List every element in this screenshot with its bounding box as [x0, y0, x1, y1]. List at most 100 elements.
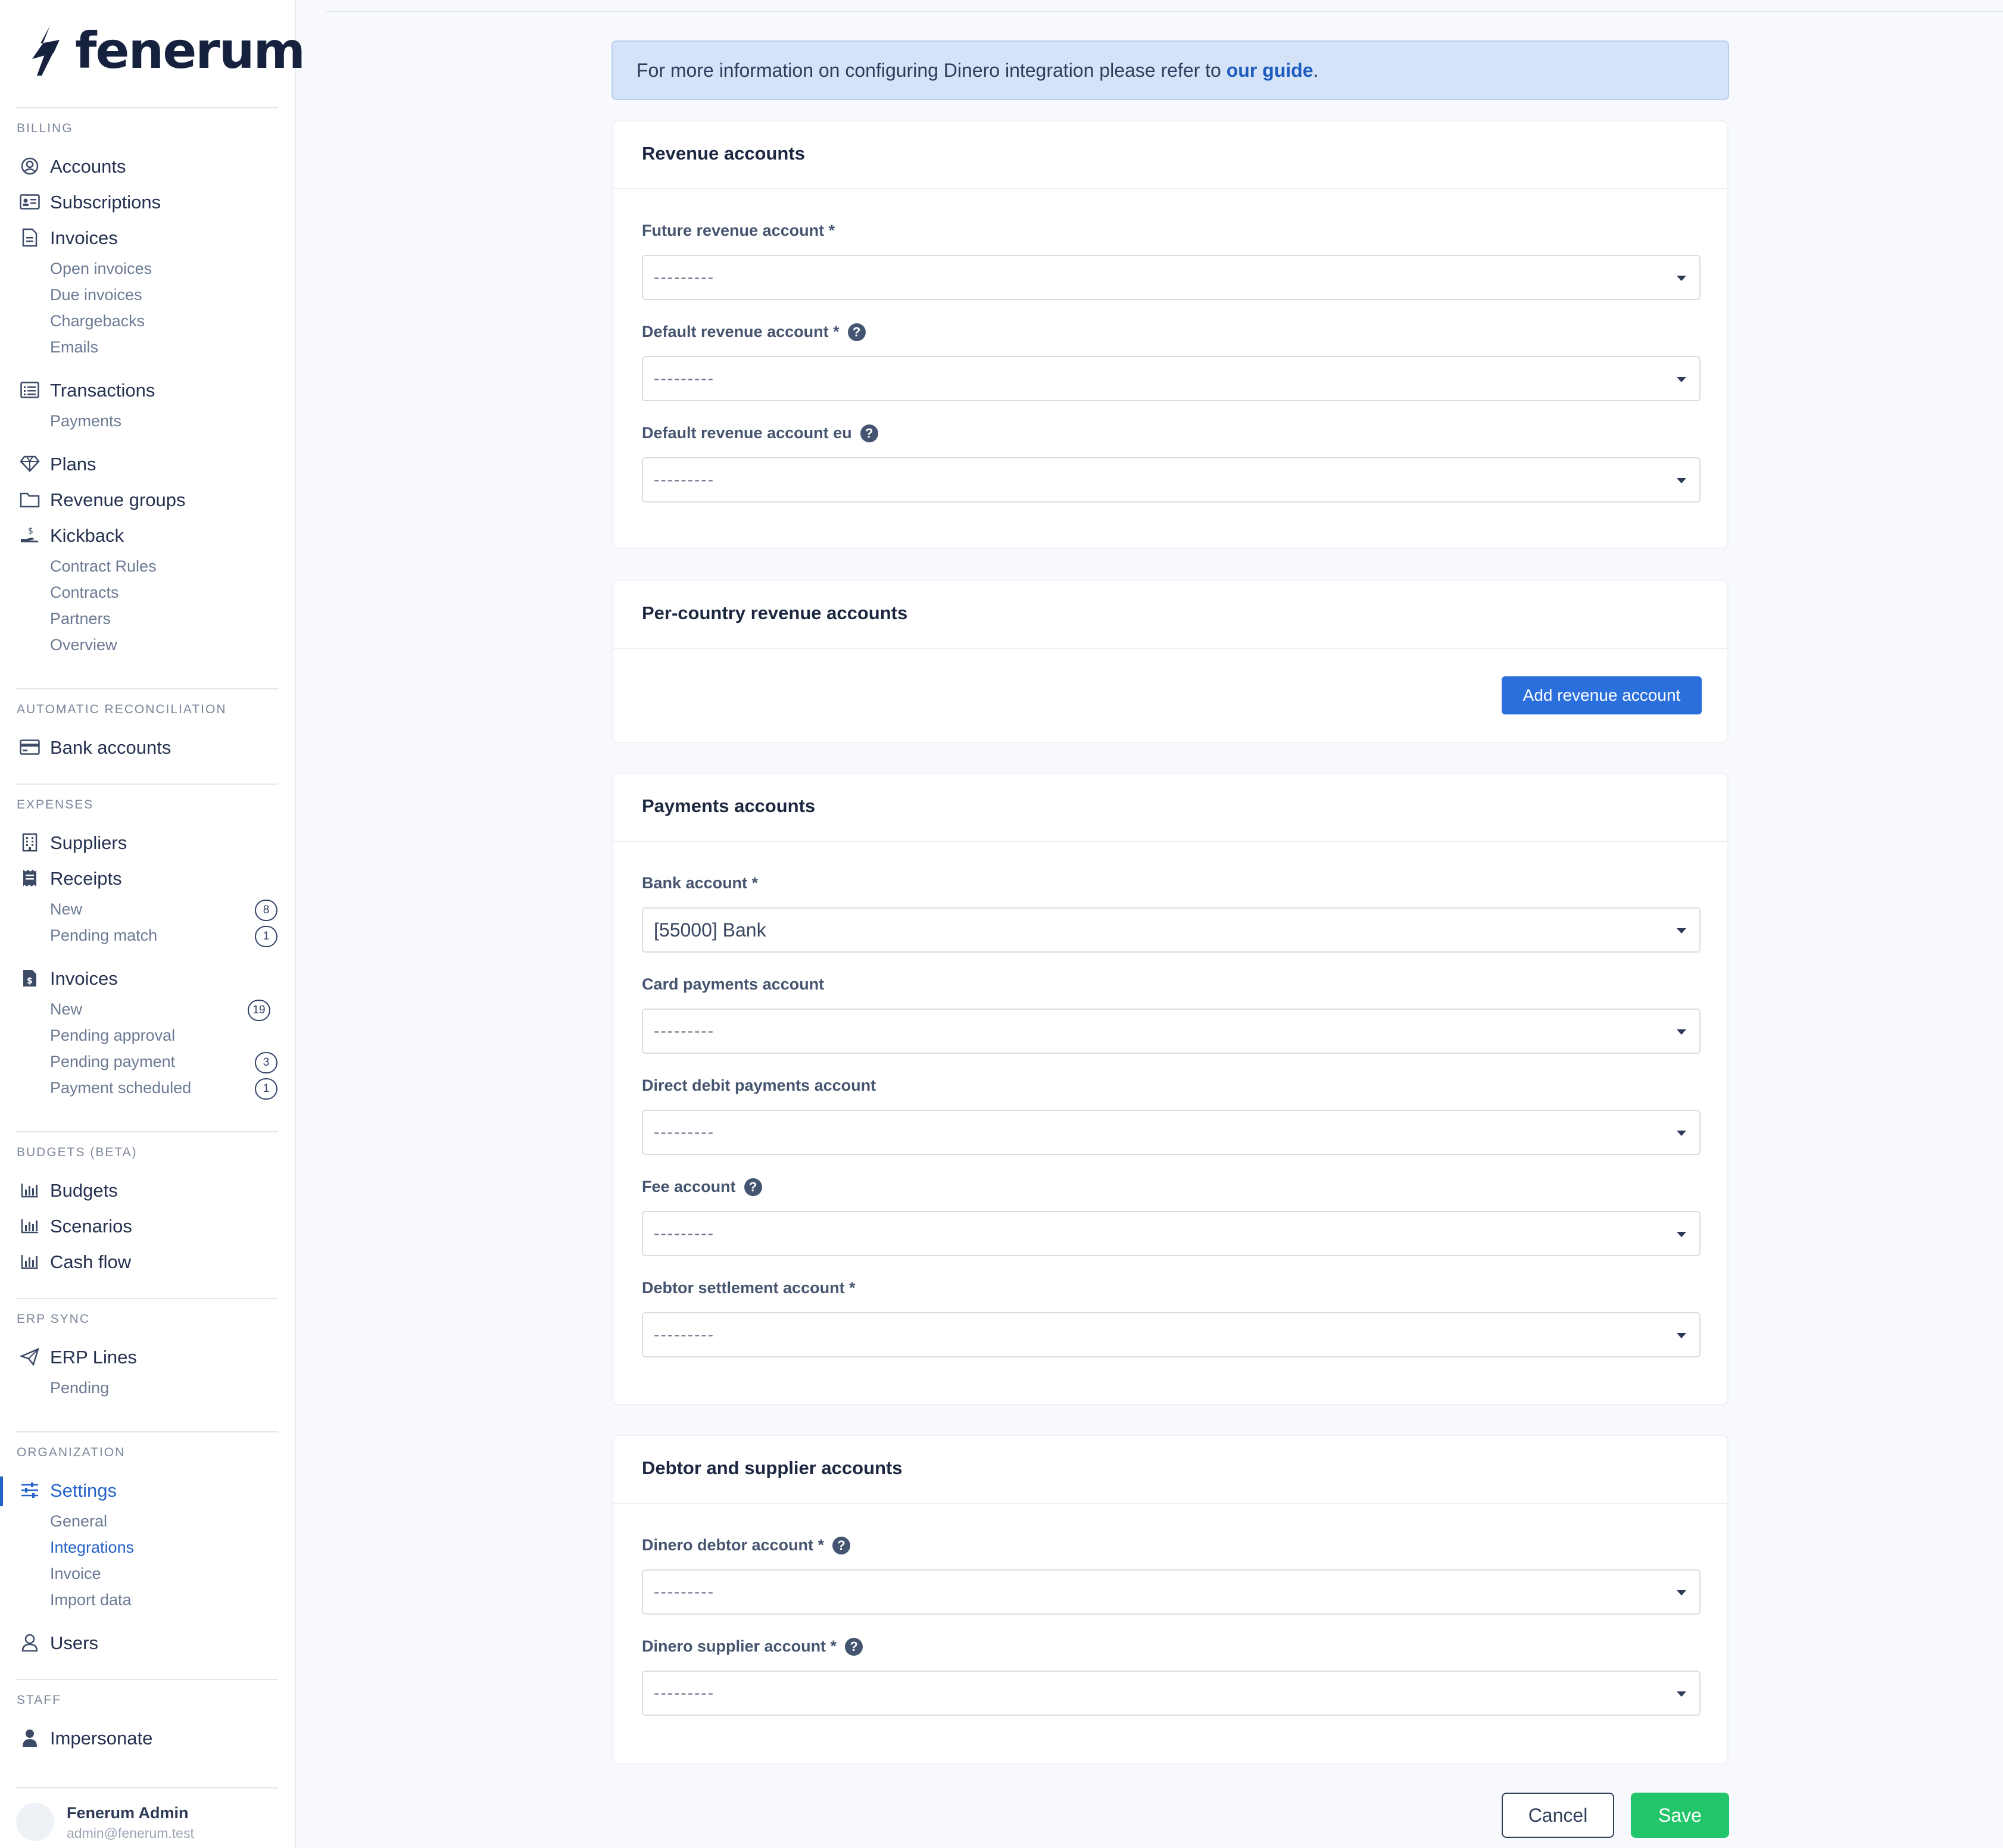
nav-chargebacks[interactable]: Chargebacks	[50, 312, 145, 330]
card-divider	[613, 188, 1727, 189]
avatar[interactable]	[16, 1803, 54, 1841]
svg-text:$: $	[28, 526, 33, 536]
section-staff: STAFF	[17, 1693, 61, 1707]
default-revenue-label: Default revenue account *?	[642, 323, 866, 341]
default-revenue-eu-label: Default revenue account eu?	[642, 424, 878, 442]
direct-debit-select[interactable]: ---------	[642, 1110, 1701, 1155]
bar-chart-icon	[19, 1180, 40, 1200]
nav-payments[interactable]: Payments	[50, 412, 121, 430]
nav-invoice[interactable]: Invoice	[50, 1565, 101, 1583]
divider	[16, 1131, 278, 1132]
document-icon	[19, 227, 40, 248]
per-country-card: Per-country revenue accounts Add revenue…	[612, 580, 1729, 743]
section-auto-recon: AUTOMATIC RECONCILIATION	[17, 703, 227, 716]
default-revenue-select[interactable]: ---------	[642, 356, 1701, 401]
help-circle-icon[interactable]: ?	[845, 1637, 863, 1656]
nav-bank-accounts[interactable]: Bank accounts	[50, 737, 171, 758]
credit-card-icon	[19, 737, 40, 757]
badge-invoices-new: 19	[248, 1000, 270, 1021]
info-banner-text: For more information on configuring Dine…	[637, 59, 1319, 81]
guide-link[interactable]: our guide	[1227, 60, 1314, 81]
fee-account-label: Fee account?	[642, 1178, 762, 1196]
help-circle-icon[interactable]: ?	[860, 424, 878, 442]
dinero-debtor-select[interactable]: ---------	[642, 1569, 1701, 1615]
nav-payment-scheduled[interactable]: Payment scheduled	[50, 1079, 191, 1097]
nav-expense-invoices[interactable]: Invoices	[50, 968, 118, 989]
nav-receipts-new[interactable]: New	[50, 900, 82, 919]
user-name[interactable]: Fenerum Admin	[67, 1804, 189, 1822]
nav-integrations[interactable]: Integrations	[50, 1538, 134, 1557]
nav-kickback[interactable]: Kickback	[50, 525, 124, 547]
caret-down-icon	[1677, 1333, 1686, 1338]
user-circle-icon	[19, 156, 40, 176]
nav-due-invoices[interactable]: Due invoices	[50, 286, 142, 304]
nav-contract-rules[interactable]: Contract Rules	[50, 557, 157, 576]
badge-pending-match: 1	[255, 926, 277, 947]
nav-pending-approval[interactable]: Pending approval	[50, 1026, 175, 1045]
nav-overview[interactable]: Overview	[50, 636, 117, 654]
nav-cash-flow[interactable]: Cash flow	[50, 1251, 131, 1273]
caret-down-icon	[1677, 1029, 1686, 1035]
hand-coin-icon: $	[19, 525, 40, 545]
nav-open-invoices[interactable]: Open invoices	[50, 260, 152, 278]
caret-down-icon	[1677, 478, 1686, 483]
nav-scenarios[interactable]: Scenarios	[50, 1216, 132, 1237]
nav-emails[interactable]: Emails	[50, 338, 98, 357]
nav-receipts[interactable]: Receipts	[50, 868, 122, 889]
debtor-settlement-select[interactable]: ---------	[642, 1312, 1701, 1357]
person-icon	[19, 1728, 40, 1748]
divider	[16, 1679, 278, 1680]
nav-settings[interactable]: Settings	[50, 1480, 117, 1502]
nav-partners[interactable]: Partners	[50, 610, 111, 628]
revenue-accounts-card: Revenue accounts Future revenue account …	[612, 120, 1729, 549]
nav-budgets[interactable]: Budgets	[50, 1180, 118, 1201]
folder-icon	[19, 489, 40, 510]
invoice-dollar-icon: $	[19, 968, 40, 988]
help-circle-icon[interactable]: ?	[744, 1178, 762, 1196]
fenerum-logo-mark	[32, 26, 60, 76]
list-icon	[19, 380, 40, 400]
cancel-button[interactable]: Cancel	[1502, 1793, 1614, 1838]
nav-revenue-groups[interactable]: Revenue groups	[50, 489, 186, 511]
card-title: Debtor and supplier accounts	[642, 1457, 903, 1478]
add-revenue-account-button[interactable]: Add revenue account	[1502, 676, 1702, 714]
svg-text:$: $	[27, 976, 33, 986]
nav-users[interactable]: Users	[50, 1632, 98, 1654]
nav-contracts[interactable]: Contracts	[50, 583, 119, 602]
debtor-supplier-card: Debtor and supplier accounts Dinero debt…	[612, 1435, 1729, 1765]
section-budgets: BUDGETS (BETA)	[17, 1145, 138, 1159]
nav-transactions[interactable]: Transactions	[50, 380, 155, 401]
save-button[interactable]: Save	[1631, 1793, 1729, 1838]
header-divider	[326, 11, 2003, 12]
nav-pending-match[interactable]: Pending match	[50, 926, 157, 945]
fenerum-logo[interactable]: fenerum	[30, 21, 305, 80]
receipt-icon	[19, 868, 40, 888]
help-circle-icon[interactable]: ?	[832, 1536, 851, 1554]
nav-erp-pending[interactable]: Pending	[50, 1379, 109, 1397]
fee-account-select[interactable]: ---------	[642, 1211, 1701, 1256]
dinero-supplier-select[interactable]: ---------	[642, 1671, 1701, 1716]
default-revenue-eu-select[interactable]: ---------	[642, 457, 1701, 502]
user-email: admin@fenerum.test	[67, 1825, 194, 1841]
nav-pending-payment[interactable]: Pending payment	[50, 1053, 175, 1071]
caret-down-icon	[1677, 1590, 1686, 1596]
bank-account-select[interactable]: [55000] Bank	[642, 907, 1701, 953]
help-circle-icon[interactable]: ?	[847, 323, 866, 341]
nav-invoices[interactable]: Invoices	[50, 227, 118, 249]
future-revenue-select[interactable]: ---------	[642, 255, 1701, 300]
nav-plans[interactable]: Plans	[50, 454, 96, 475]
card-payments-select[interactable]: ---------	[642, 1009, 1701, 1054]
dinero-debtor-label: Dinero debtor account *?	[642, 1536, 851, 1554]
nav-suppliers[interactable]: Suppliers	[50, 832, 127, 854]
nav-import-data[interactable]: Import data	[50, 1591, 132, 1609]
nav-general[interactable]: General	[50, 1512, 107, 1531]
nav-subscriptions[interactable]: Subscriptions	[50, 192, 161, 213]
nav-accounts[interactable]: Accounts	[50, 156, 126, 177]
nav-erp-lines[interactable]: ERP Lines	[50, 1347, 137, 1368]
future-revenue-label: Future revenue account *	[642, 221, 835, 239]
nav-impersonate[interactable]: Impersonate	[50, 1728, 152, 1749]
nav-invoices-new[interactable]: New	[50, 1000, 82, 1019]
divider	[16, 1787, 278, 1788]
divider	[16, 1431, 278, 1432]
sliders-icon	[19, 1480, 40, 1500]
